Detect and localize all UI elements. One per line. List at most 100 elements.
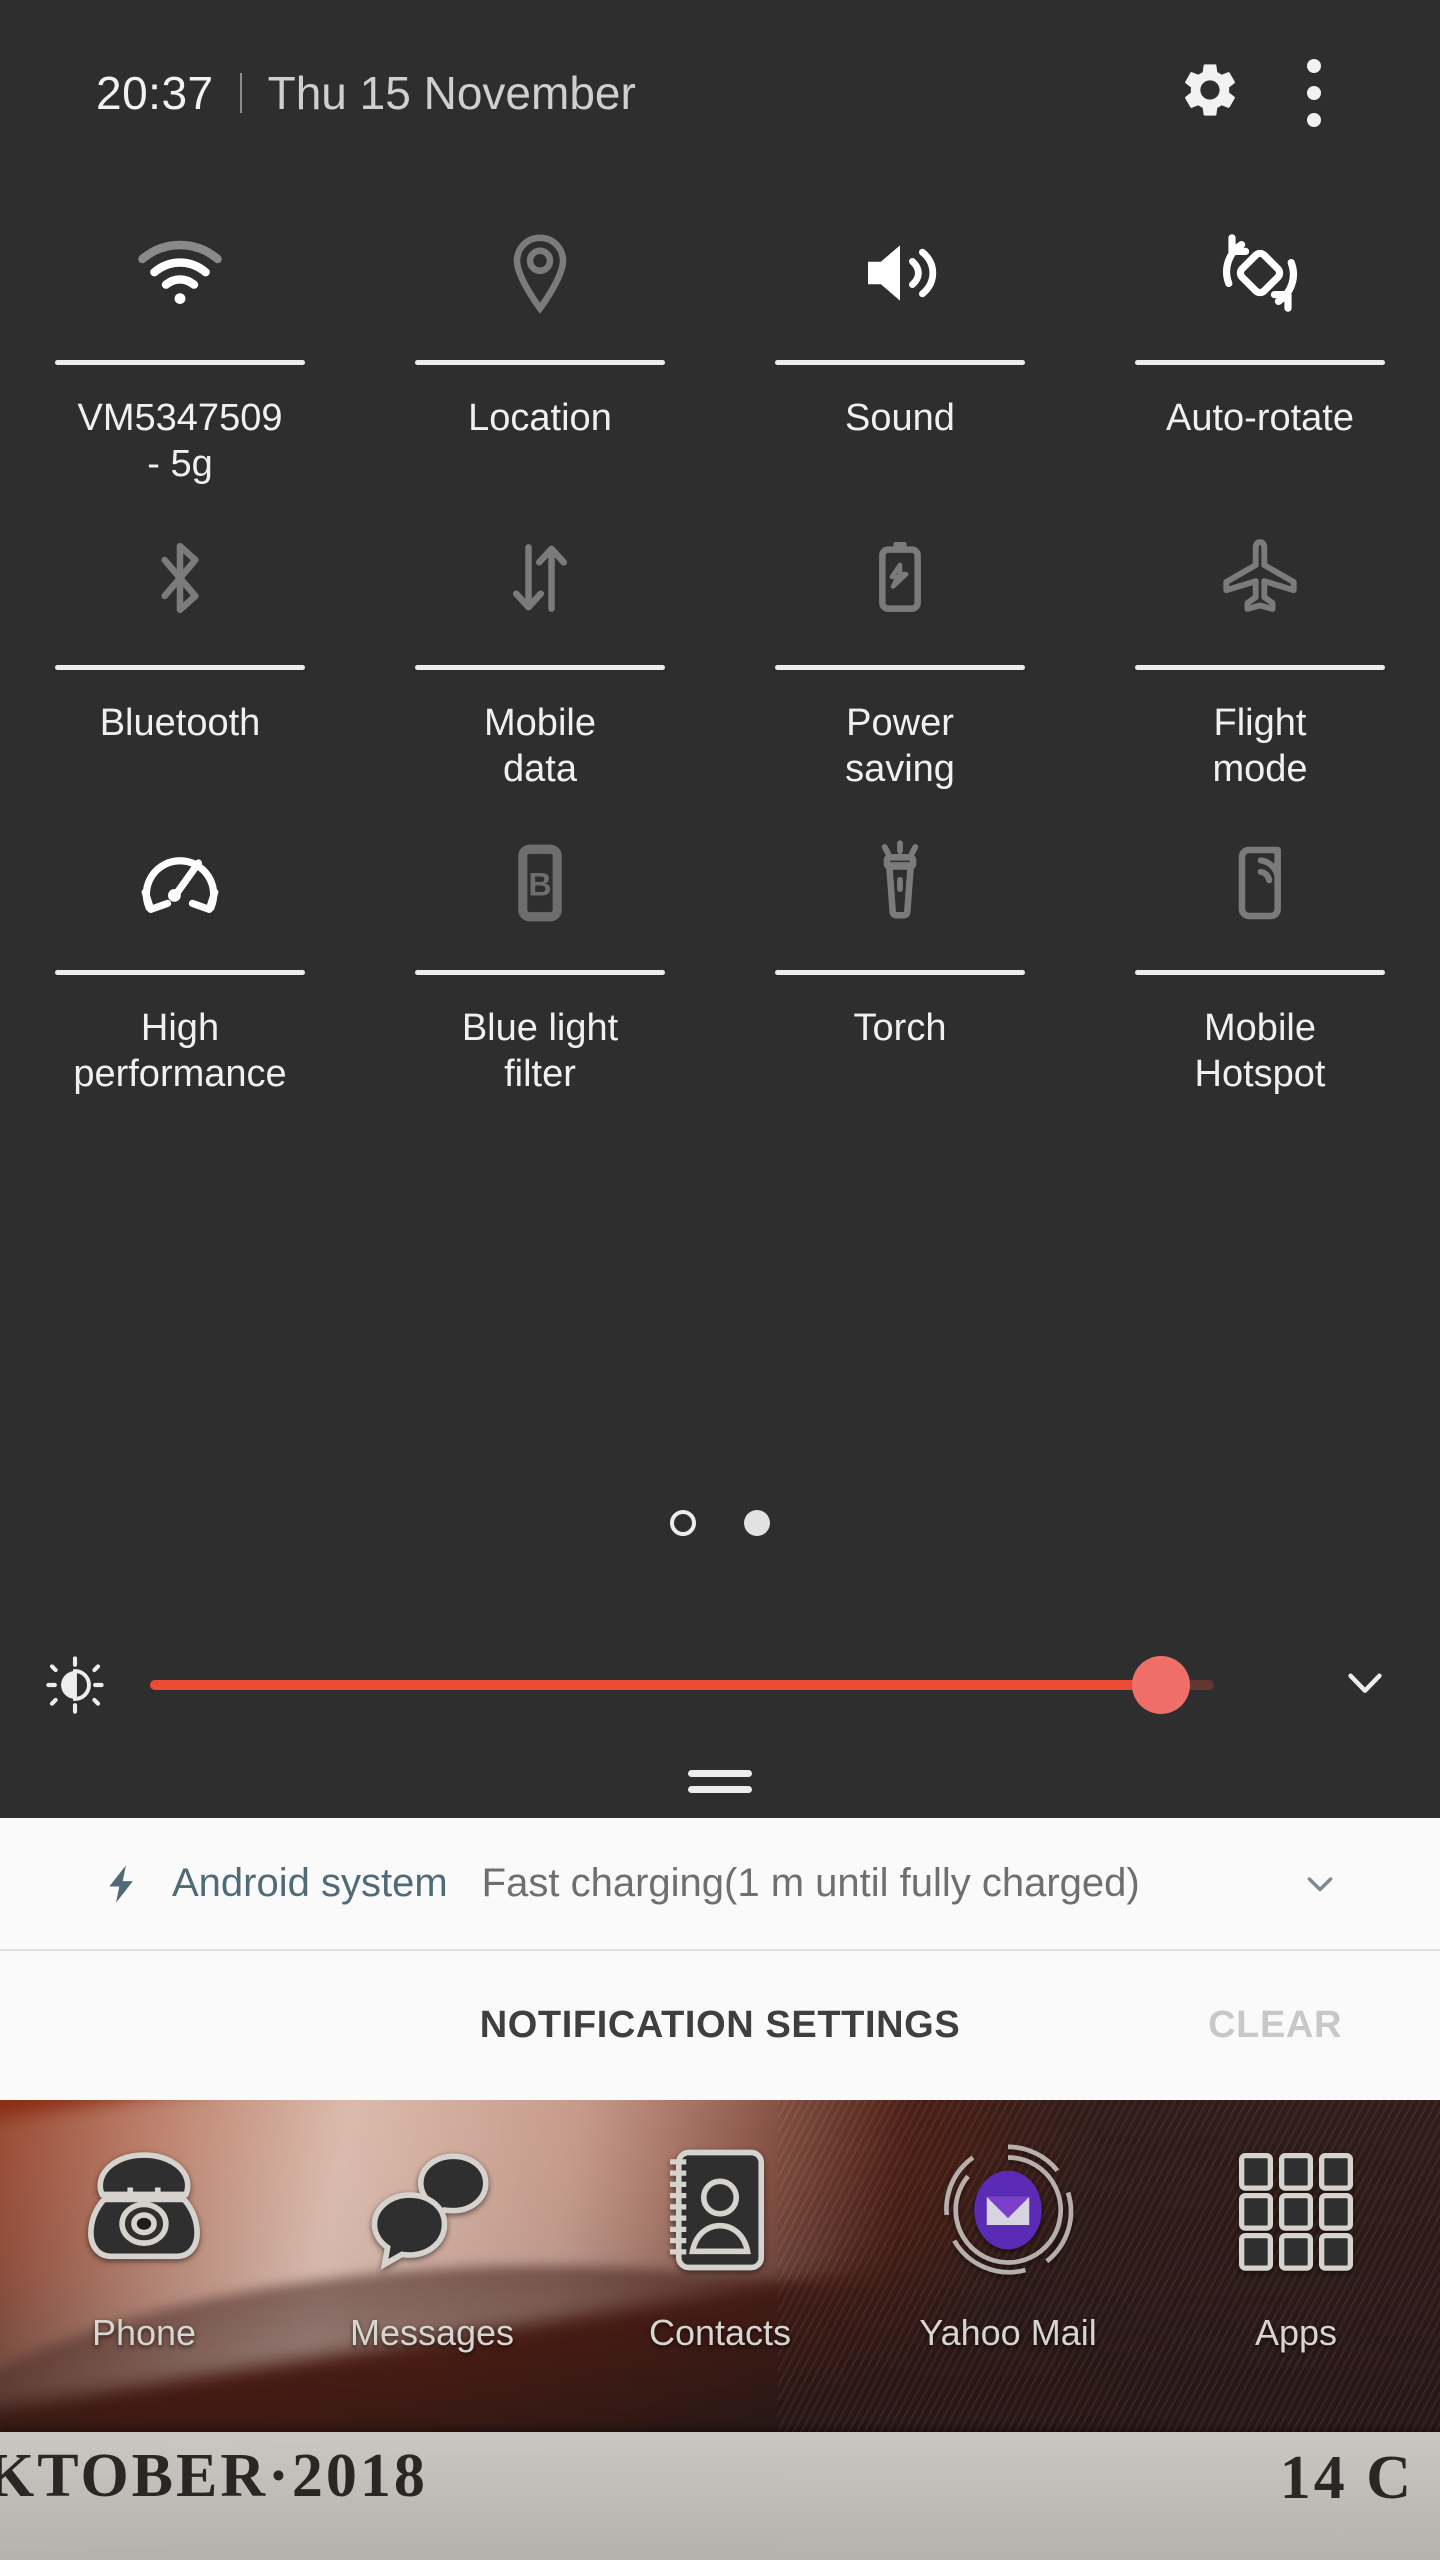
airplane-icon: [1080, 490, 1440, 665]
wallpaper-text-left: KTOBER·2018: [0, 2442, 428, 2510]
tile-divider: [55, 360, 305, 365]
notification-settings-button[interactable]: NOTIFICATION SETTINGS: [480, 2004, 961, 2047]
tile-label: Auto-rotate: [1166, 397, 1354, 439]
envelope-icon: [928, 2130, 1088, 2290]
dock-item-yahoo-mail[interactable]: Yahoo Mail: [864, 2130, 1152, 2354]
charging-bolt-icon: [98, 1861, 144, 1907]
notification-expand-button[interactable]: [1282, 1862, 1342, 1906]
page-indicator: [0, 1510, 1440, 1536]
tile-location[interactable]: Location: [360, 185, 720, 490]
chevron-down-icon: [1307, 1876, 1333, 1891]
tile-divider: [775, 970, 1025, 975]
tile-auto-rotate[interactable]: Auto-rotate: [1080, 185, 1440, 490]
speedometer-icon: [0, 795, 360, 970]
power-saving-icon: [720, 490, 1080, 665]
notification-app-name: Android system: [172, 1861, 448, 1905]
brightness-expand-button[interactable]: [1290, 1656, 1440, 1715]
tile-label: Sound: [845, 397, 955, 439]
dock: Phone Messages Contacts Yahoo Mail Apps: [0, 2100, 1440, 2430]
tile-blue-light-filter[interactable]: B Blue light filter: [360, 795, 720, 1100]
tile-high-performance[interactable]: High performance: [0, 795, 360, 1100]
dock-label: Yahoo Mail: [919, 2312, 1097, 2353]
date-label: Thu 15 November: [267, 66, 636, 119]
location-pin-icon: [360, 185, 720, 360]
contact-book-icon: [640, 2130, 800, 2290]
tile-divider: [1135, 665, 1385, 670]
tile-divider: [55, 970, 305, 975]
page-dot-2[interactable]: [744, 1510, 770, 1536]
tile-wifi[interactable]: VM5347509 - 5g: [0, 185, 360, 490]
tile-label: High performance: [73, 1007, 287, 1095]
quick-settings-tiles: VM5347509 - 5g Location Sound Auto-rotat…: [0, 185, 1440, 1100]
clock-date-separator: [239, 72, 242, 113]
tile-label: Torch: [853, 1007, 947, 1049]
tile-mobile-data[interactable]: Mobile data: [360, 490, 720, 795]
gear-icon: [1178, 58, 1242, 127]
overflow-menu-button[interactable]: [1262, 41, 1366, 145]
more-vertical-icon: [1307, 58, 1321, 127]
dock-label: Apps: [1254, 2312, 1338, 2353]
tile-divider: [415, 360, 665, 365]
tile-power-saving[interactable]: Power saving: [720, 490, 1080, 795]
tile-divider: [55, 665, 305, 670]
tile-sound[interactable]: Sound: [720, 185, 1080, 490]
tile-flight-mode[interactable]: Flight mode: [1080, 490, 1440, 795]
notification-actions: NOTIFICATION SETTINGS CLEAR: [0, 1951, 1440, 2100]
tile-divider: [415, 665, 665, 670]
settings-button[interactable]: [1158, 41, 1262, 145]
auto-rotate-icon: [1080, 185, 1440, 360]
dock-item-phone[interactable]: Phone: [0, 2130, 288, 2354]
tile-torch[interactable]: Torch: [720, 795, 1080, 1100]
dock-label: Contacts: [648, 2312, 792, 2353]
bluetooth-icon: [0, 490, 360, 665]
sound-icon: [720, 185, 1080, 360]
wifi-icon: [0, 185, 360, 360]
tile-divider: [775, 360, 1025, 365]
speech-bubbles-icon: [352, 2130, 512, 2290]
tile-divider: [775, 665, 1025, 670]
tile-label: Location: [468, 397, 612, 439]
tile-label: Mobile data: [484, 702, 596, 790]
clock-date-group: 20:37 Thu 15 November: [96, 66, 636, 120]
tile-label: Bluetooth: [99, 702, 261, 744]
page-dot-1[interactable]: [670, 1510, 696, 1536]
dock-item-contacts[interactable]: Contacts: [576, 2130, 864, 2354]
tile-label: VM5347509 - 5g: [77, 397, 283, 485]
screen: 20:37 Thu 15 November VM5347509 - 5g Loc…: [0, 0, 1440, 2560]
clock: 20:37: [96, 66, 214, 119]
app-grid-icon: [1216, 2130, 1376, 2290]
tile-label: Mobile Hotspot: [1194, 1007, 1326, 1095]
brightness-icon: [0, 1654, 150, 1716]
panel-drag-handle[interactable]: [688, 1770, 752, 1793]
slider-fill: [150, 1680, 1161, 1690]
tile-label: Blue light filter: [461, 1007, 619, 1095]
notification-item[interactable]: Android system Fast charging(1 m until f…: [0, 1818, 1440, 1949]
clear-button[interactable]: CLEAR: [1208, 2004, 1342, 2047]
mobile-data-icon: [360, 490, 720, 665]
torch-icon: [720, 795, 1080, 970]
status-header: 20:37 Thu 15 November: [0, 0, 1440, 185]
notification-text: Fast charging(1 m until fully charged): [481, 1861, 1140, 1905]
tile-divider: [415, 970, 665, 975]
tile-label: Power saving: [845, 702, 955, 790]
wallpaper-text-right: 14 C: [1279, 2444, 1414, 2512]
home-screen: KTOBER·2018 14 C Phone Messages Contacts…: [0, 2100, 1440, 2560]
blue-light-icon: B: [360, 795, 720, 970]
dock-item-apps[interactable]: Apps: [1152, 2130, 1440, 2354]
tile-label: Flight mode: [1212, 702, 1308, 790]
hotspot-icon: [1080, 795, 1440, 970]
svg-text:B: B: [528, 866, 551, 902]
telephone-icon: [64, 2130, 224, 2290]
notification-shade: Android system Fast charging(1 m until f…: [0, 1818, 1440, 2100]
dock-label: Phone: [91, 2312, 197, 2353]
brightness-row: [0, 1630, 1440, 1740]
tile-bluetooth[interactable]: Bluetooth: [0, 490, 360, 795]
brightness-slider[interactable]: [150, 1630, 1278, 1740]
dock-label: Messages: [349, 2312, 515, 2353]
tile-mobile-hotspot[interactable]: Mobile Hotspot: [1080, 795, 1440, 1100]
dock-item-messages[interactable]: Messages: [288, 2130, 576, 2354]
header-actions: [1158, 0, 1440, 185]
slider-thumb[interactable]: [1131, 1656, 1190, 1714]
tile-divider: [1135, 970, 1385, 975]
chevron-down-icon: [1338, 1656, 1392, 1715]
